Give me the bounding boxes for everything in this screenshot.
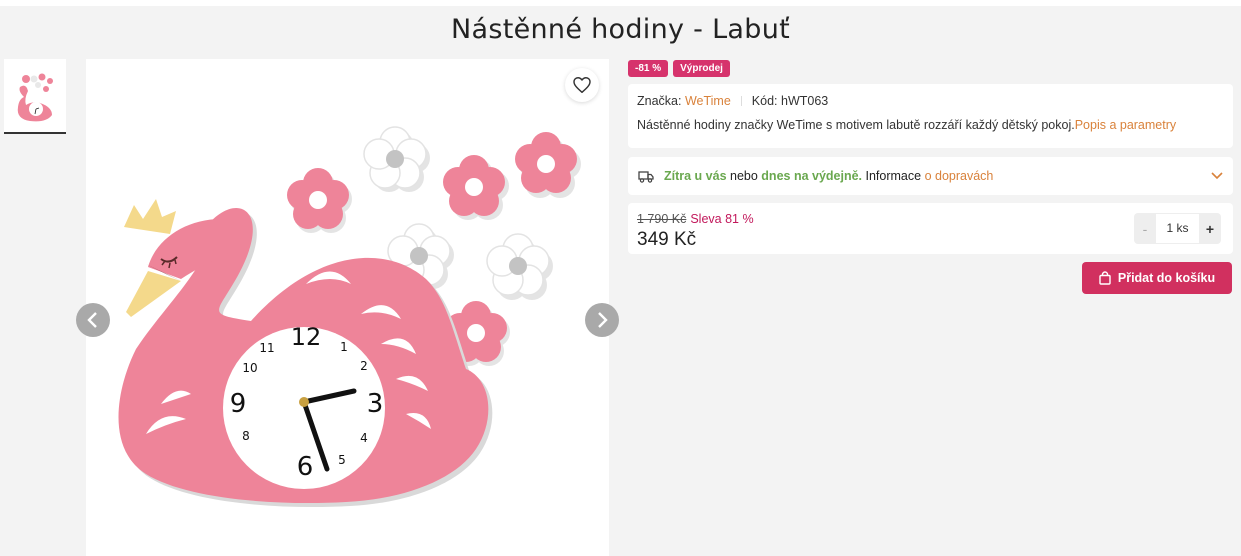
delivery-info[interactable]: Zítra u vás nebo dnes na výdejně. Inform… (628, 157, 1233, 195)
gallery-thumbnail[interactable] (4, 59, 66, 134)
brand-label: Značka: (637, 94, 682, 108)
code-label: Kód: (751, 94, 778, 108)
delivery-or: nebo (726, 169, 762, 183)
clock-numeral-4: 4 (360, 431, 368, 445)
quantity-stepper: - 1 ks + (1134, 213, 1221, 244)
clock-numeral-5: 5 (338, 453, 346, 467)
chevron-left-icon (87, 312, 97, 328)
chevron-down-icon[interactable] (1211, 172, 1223, 180)
discount-text: Sleva 81 % (690, 212, 754, 226)
shopping-bag-icon (1099, 271, 1111, 285)
add-to-cart-label: Přidat do košíku (1117, 271, 1216, 285)
product-info-card: Značka: WeTime Kód: hWT063 Nástěnné hodi… (628, 84, 1233, 148)
top-strip (0, 0, 1241, 6)
code-value: hWT063 (781, 94, 829, 108)
clock-numeral-9: 9 (230, 389, 247, 419)
discount-badge: -81 % (628, 60, 669, 77)
delivery-info-link[interactable]: o dopravách (925, 169, 994, 183)
thumbnail-image (17, 73, 53, 122)
details-link[interactable]: Popis a parametry (1075, 118, 1176, 132)
product-short-description: Nástěnné hodiny značky WeTime s motivem … (637, 118, 1075, 132)
clock-numeral-1: 1 (340, 340, 348, 354)
truck-icon (638, 170, 654, 183)
svg-text:11: 11 (259, 341, 274, 355)
heart-icon (573, 77, 591, 93)
add-to-cart-button[interactable]: Přidat do košíku (1082, 262, 1232, 294)
chevron-right-icon (598, 312, 608, 328)
page-title: Nástěnné hodiny - Labuť (450, 14, 791, 45)
price-card: 1 790 Kč Sleva 81 % 349 Kč - 1 ks + (628, 203, 1233, 254)
gallery-prev-button[interactable] (76, 303, 110, 337)
delivery-today-pickup: dnes na výdejně. (761, 169, 863, 183)
clock-numeral-10: 10 (242, 361, 257, 375)
brand-link[interactable]: WeTime (685, 94, 731, 108)
quantity-input[interactable]: 1 ks (1156, 214, 1199, 243)
clock-numeral-12: 12 (291, 323, 322, 351)
wishlist-button[interactable] (565, 68, 599, 102)
divider (740, 96, 742, 106)
clock-numeral-3: 3 (367, 389, 384, 419)
clock-numeral-6: 6 (297, 452, 314, 482)
delivery-tomorrow: Zítra u vás (664, 169, 727, 183)
clock-numeral-8: 8 (242, 429, 250, 443)
gallery-next-button[interactable] (585, 303, 619, 337)
swan-clock-image: 12 1 2 3 4 5 6 8 9 10 11 (118, 126, 581, 508)
main-product-image: 12 1 2 3 4 5 6 8 9 10 11 (86, 59, 609, 556)
product-badges: -81 % Výprodej (628, 60, 730, 77)
sale-badge: Výprodej (673, 60, 730, 77)
quantity-increase-button[interactable]: + (1199, 221, 1221, 237)
delivery-info-label: Informace (862, 169, 925, 183)
quantity-decrease-button[interactable]: - (1134, 221, 1156, 237)
old-price: 1 790 Kč (637, 212, 687, 226)
clock-numeral-2: 2 (360, 359, 368, 373)
